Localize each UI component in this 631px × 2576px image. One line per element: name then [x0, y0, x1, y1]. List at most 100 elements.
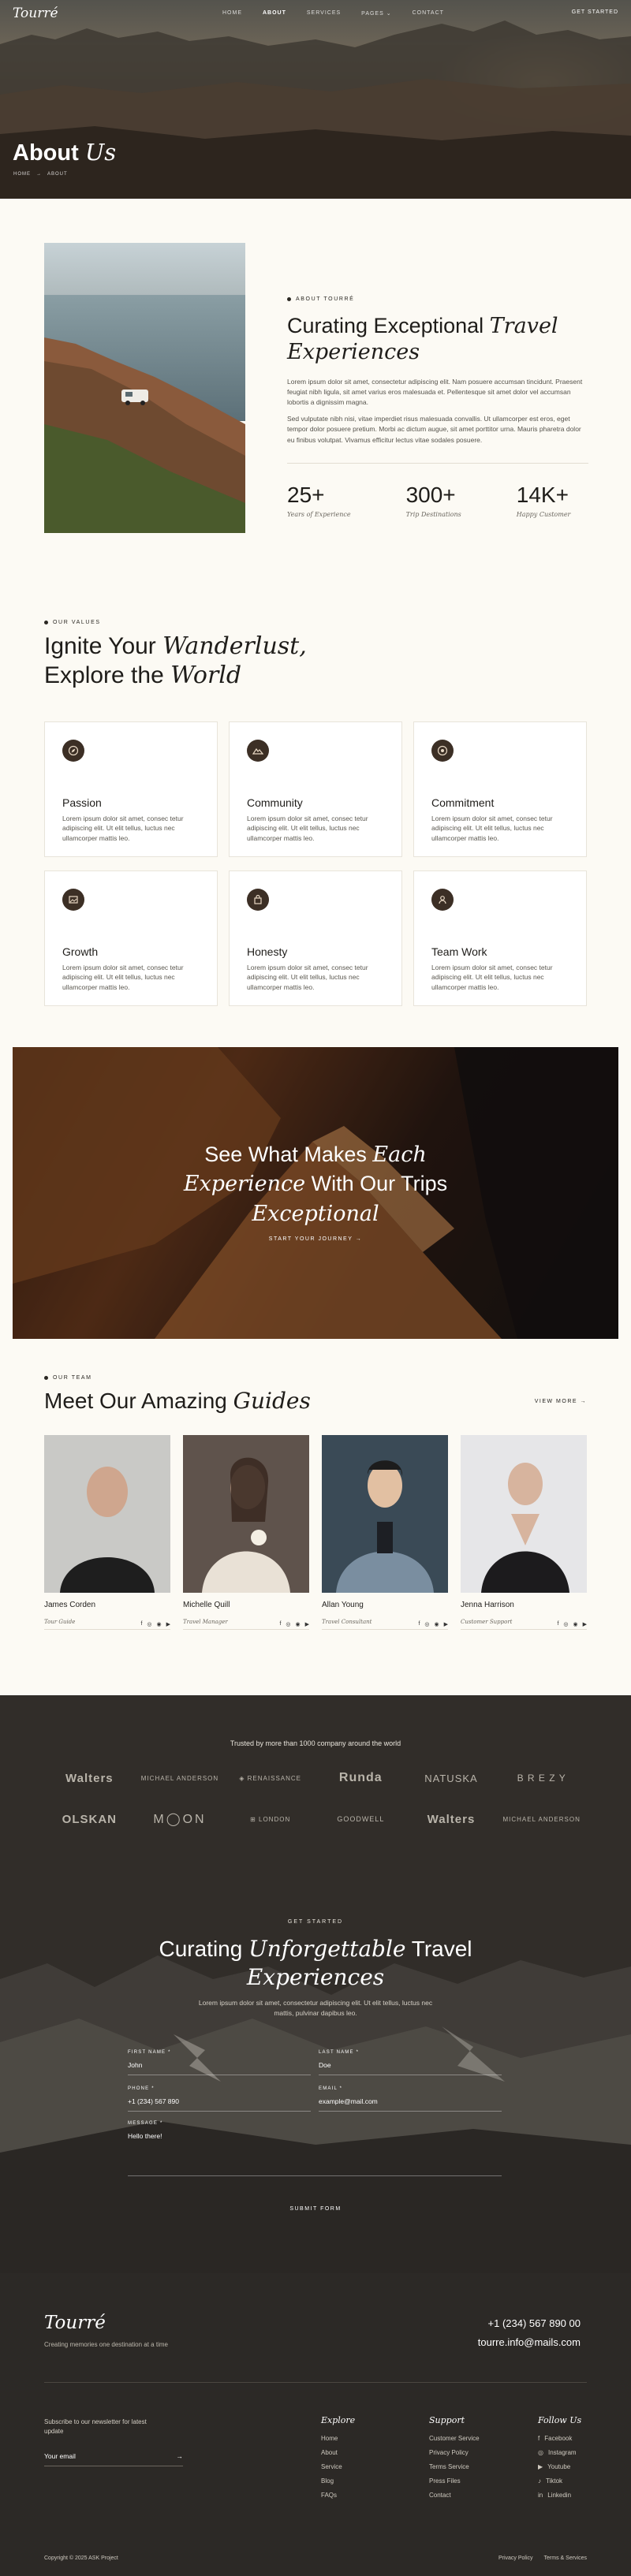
- partner-logos: Walters MICHAEL ANDERSON ◈ RENAISSANCE R…: [44, 1768, 587, 1829]
- partner-logo: OLSKAN: [62, 1812, 117, 1826]
- privacy-policy-link[interactable]: Privacy Policy: [498, 2555, 533, 2561]
- footer-link-about[interactable]: About: [321, 2449, 355, 2456]
- youtube-icon[interactable]: ▶: [583, 1621, 587, 1627]
- footer-link-home[interactable]: Home: [321, 2435, 355, 2442]
- values-title-l1-plain: Ignite Your: [44, 633, 156, 659]
- first-name-field[interactable]: FIRST NAME * John: [128, 2050, 311, 2075]
- values-eyebrow-text: OUR VALUES: [53, 620, 101, 625]
- about-title-italic-1: Travel: [489, 314, 558, 338]
- footer-link-customer-service[interactable]: Customer Service: [429, 2435, 480, 2442]
- value-card-teamwork: Team Work Lorem ipsum dolor sit amet, co…: [413, 870, 587, 1006]
- nav-home[interactable]: HOME: [222, 10, 242, 17]
- linkedin-icon: in: [538, 2492, 543, 2499]
- team-member-card: James Corden Tour Guide f ◎ ◉ ▶: [44, 1435, 170, 1630]
- footer-link-press[interactable]: Press Files: [429, 2477, 480, 2485]
- values-title-l1-italic: Wanderlust,: [162, 632, 307, 660]
- email-field[interactable]: EMAIL * example@mail.com: [319, 2086, 502, 2112]
- stat-number: 14K+: [516, 482, 569, 507]
- partner-logo: Walters: [427, 1812, 476, 1826]
- page-title-italic: Us: [84, 139, 117, 166]
- start-journey-button[interactable]: START YOUR JOURNEY →: [13, 1236, 618, 1242]
- about-title: Curating Exceptional Travel Experiences: [287, 313, 588, 366]
- footer-social-youtube[interactable]: ▶ Youtube: [538, 2463, 581, 2470]
- nav-contact[interactable]: CONTACT: [413, 10, 444, 17]
- footer-email[interactable]: tourre.info@mails.com: [478, 2336, 581, 2348]
- footer-phone[interactable]: +1 (234) 567 890 00: [488, 2317, 581, 2329]
- footer-link-terms[interactable]: Terms Service: [429, 2463, 480, 2470]
- footer-link-service[interactable]: Service: [321, 2463, 355, 2470]
- nav-about[interactable]: ABOUT: [263, 10, 286, 17]
- phone-input[interactable]: +1 (234) 567 890: [128, 2097, 311, 2112]
- message-textarea[interactable]: Hello there!: [128, 2132, 502, 2176]
- youtube-icon[interactable]: ▶: [305, 1621, 309, 1627]
- phone-field[interactable]: PHONE * +1 (234) 567 890: [128, 2086, 311, 2112]
- banner-title-l3-italic: Exceptional: [252, 1201, 379, 1226]
- partner-logo: NATUSKA: [424, 1772, 478, 1784]
- target-icon: [431, 740, 454, 762]
- last-name-input[interactable]: Doe: [319, 2061, 502, 2075]
- hero-section: Tourré HOME ABOUT SERVICES PAGES ⌄ CONTA…: [0, 0, 631, 199]
- partner-logo: Runda: [338, 1771, 383, 1784]
- stat-label: Trip Destinations: [405, 510, 461, 518]
- footer-explore-column: Explore Home About Service Blog FAQs: [321, 2415, 355, 2506]
- youtube-icon[interactable]: ▶: [444, 1621, 448, 1627]
- footer-social-linkedin[interactable]: in Linkedin: [538, 2492, 581, 2499]
- instagram-icon[interactable]: ◎: [286, 1621, 290, 1627]
- instagram-icon[interactable]: ◎: [147, 1621, 151, 1627]
- value-card-growth: Growth Lorem ipsum dolor sit amet, conse…: [44, 870, 218, 1006]
- get-started-button[interactable]: GET STARTED: [572, 9, 618, 15]
- value-card-text: Lorem ipsum dolor sit amet, consec tetur…: [62, 815, 184, 842]
- value-card-honesty: Honesty Lorem ipsum dolor sit amet, cons…: [229, 870, 402, 1006]
- banner-image: See What Makes Each Experience With Our …: [13, 1047, 618, 1339]
- view-more-button[interactable]: VIEW MORE →: [535, 1399, 587, 1404]
- mountain-icon: [247, 740, 269, 762]
- about-title-italic-2: Experiences: [287, 340, 420, 365]
- dribbble-icon[interactable]: ◉: [573, 1621, 578, 1627]
- dribbble-icon[interactable]: ◉: [157, 1621, 162, 1627]
- arrow-right-icon[interactable]: →: [177, 2452, 184, 2460]
- bag-icon: [247, 889, 269, 911]
- facebook-icon[interactable]: f: [418, 1621, 420, 1627]
- instagram-icon[interactable]: ◎: [424, 1621, 429, 1627]
- footer-logo[interactable]: Tourré: [44, 2313, 106, 2333]
- footer-social-facebook[interactable]: f Facebook: [538, 2435, 581, 2442]
- message-field[interactable]: MESSAGE * Hello there!: [128, 2121, 502, 2176]
- submit-form-button[interactable]: SUBMIT FORM: [0, 2206, 631, 2212]
- site-logo[interactable]: Tourré: [13, 6, 58, 21]
- facebook-icon[interactable]: f: [140, 1621, 142, 1627]
- breadcrumb-home[interactable]: HOME: [13, 172, 31, 177]
- nav-services[interactable]: SERVICES: [307, 10, 341, 17]
- page-title-plain: About: [13, 140, 79, 166]
- facebook-icon[interactable]: f: [279, 1621, 281, 1627]
- tiktok-icon: ♪: [538, 2477, 541, 2485]
- hero-landscape: [0, 21, 631, 199]
- partner-logo: M◯ON: [153, 1813, 207, 1826]
- footer-social-instagram[interactable]: ◎ Instagram: [538, 2449, 581, 2456]
- footer-social-tiktok[interactable]: ♪ Tiktok: [538, 2477, 581, 2485]
- instagram-icon[interactable]: ◎: [563, 1621, 568, 1627]
- contact-eyebrow: GET STARTED: [287, 1919, 344, 1925]
- footer-link-privacy[interactable]: Privacy Policy: [429, 2449, 480, 2456]
- facebook-icon[interactable]: f: [557, 1621, 558, 1627]
- about-title-plain: Curating Exceptional: [287, 314, 484, 337]
- email-input[interactable]: example@mail.com: [319, 2097, 502, 2112]
- member-divider: [322, 1629, 448, 1630]
- terms-services-link[interactable]: Terms & Services: [544, 2555, 587, 2561]
- value-card-title: Growth: [62, 945, 99, 958]
- member-socials: f ◎ ◉ ▶: [279, 1621, 309, 1627]
- trusted-text: Trusted by more than 1000 company around…: [230, 1739, 401, 1747]
- newsletter-email-input[interactable]: Your email →: [44, 2452, 183, 2466]
- footer-link-faqs[interactable]: FAQs: [321, 2492, 355, 2499]
- dribbble-icon[interactable]: ◉: [296, 1621, 301, 1627]
- youtube-icon[interactable]: ▶: [166, 1621, 170, 1627]
- dribbble-icon[interactable]: ◉: [435, 1621, 439, 1627]
- footer-link-contact[interactable]: Contact: [429, 2492, 480, 2499]
- nav-pages[interactable]: PAGES ⌄: [361, 10, 391, 17]
- stat-number: 25+: [287, 482, 325, 507]
- footer-link-blog[interactable]: Blog: [321, 2477, 355, 2485]
- eyebrow-dot-icon: [44, 1376, 48, 1380]
- first-name-input[interactable]: John: [128, 2061, 311, 2075]
- last-name-field[interactable]: LAST NAME * Doe: [319, 2050, 502, 2075]
- about-image: [44, 243, 245, 533]
- about-section: ABOUT TOURRÉ Curating Exceptional Travel…: [0, 199, 631, 587]
